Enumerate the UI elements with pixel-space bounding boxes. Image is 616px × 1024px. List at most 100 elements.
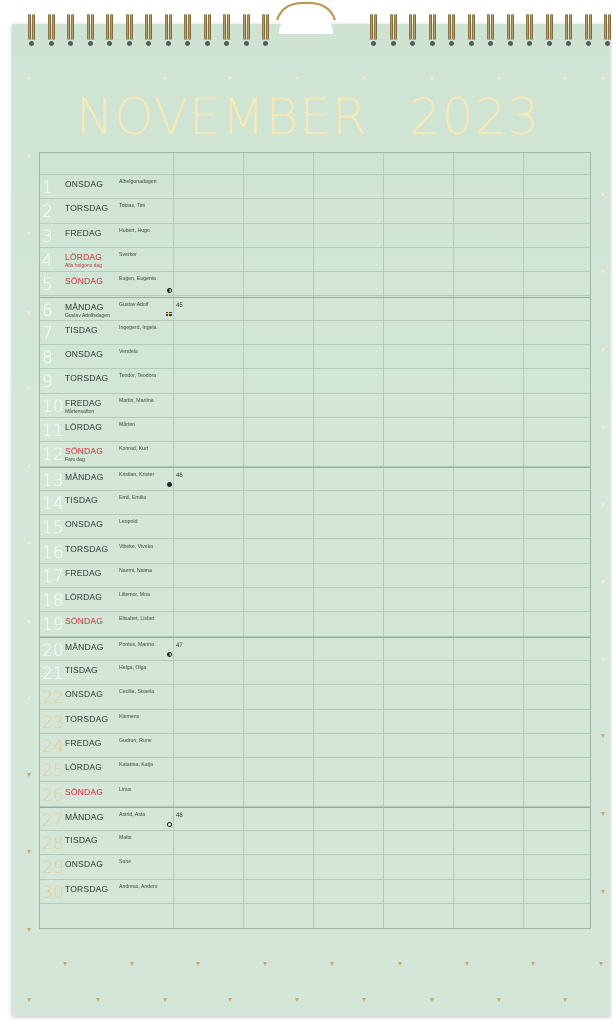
binding-hole [126, 41, 132, 46]
binding-hole [468, 41, 474, 46]
binding-ring [393, 14, 397, 40]
day-number: 1 [42, 178, 53, 198]
triangle-ornament-icon [563, 77, 567, 81]
triangle-ornament-icon [599, 962, 603, 966]
day-row[interactable]: 18 LÖRDAG Lillemor, Moa [40, 588, 590, 613]
triangle-ornament-icon [330, 962, 334, 966]
name-day-names: Konrad, Kurt [119, 446, 149, 453]
day-row[interactable]: 13 MÅNDAG Kristian, Krister 46 [40, 466, 590, 491]
day-row[interactable]: 6 MÅNDAG Gustav Adolf Gustav Adolfsdagen 45 [40, 296, 590, 321]
triangle-ornament-icon [263, 962, 267, 966]
triangle-ornament-icon [27, 998, 31, 1002]
day-row[interactable]: 11 LÖRDAG Mårten [40, 418, 590, 443]
day-number: 14 [42, 493, 64, 514]
day-row[interactable]: 28 TISDAG Malte [40, 831, 590, 856]
week-number: 46 [176, 472, 183, 479]
binding-hole [107, 41, 112, 46]
day-row[interactable]: 29 ONSDAG Sune [40, 855, 590, 880]
binding-ring [246, 14, 250, 40]
name-day-names: Klemens [119, 713, 140, 720]
day-number: 9 [42, 372, 53, 393]
day-row[interactable]: 21 TISDAG Helga, Olga [40, 661, 590, 686]
binding-ring [67, 14, 70, 40]
binding-ring [584, 14, 588, 40]
binding-ring [164, 14, 168, 40]
binding-ring [487, 14, 490, 40]
day-name: MÅNDAG [65, 811, 104, 822]
day-row[interactable]: 7 TISDAG Ingegerd, Ingela [40, 321, 590, 346]
day-row[interactable]: 27 MÅNDAG Astrid, Asta 48 [40, 806, 590, 832]
name-day-names: Helga, Olga [119, 665, 147, 671]
binding-hole [585, 41, 591, 46]
day-row[interactable]: 26 SÖNDAG Linus [40, 783, 590, 807]
day-row[interactable]: 16 TORSDAG Vibeke, Viveka [40, 540, 590, 564]
day-row[interactable]: 10 FREDAG Martin, Martina Mårtensafton [40, 394, 590, 418]
triangle-ornament-icon [27, 620, 31, 624]
triangle-ornament-icon [27, 697, 31, 701]
binding-ring [448, 14, 451, 40]
day-row[interactable]: 9 TORSDAG Teodor, Teodora [40, 369, 590, 394]
binding-ring [168, 14, 172, 40]
day-name: FREDAG [65, 737, 102, 748]
binding-hole [527, 41, 532, 46]
day-row[interactable]: 4 LÖRDAG Sverker Alla helgons dag [40, 248, 590, 273]
triangle-ornament-icon [601, 580, 605, 584]
day-row[interactable]: 15 ONSDAG Leopold [40, 515, 590, 540]
binding-ring [188, 14, 191, 40]
binding-ring [227, 14, 230, 40]
binding-hole [507, 41, 513, 46]
name-day-names: Gustav Adolf [119, 301, 149, 308]
name-day-names: Emil, Emilia [119, 494, 147, 501]
day-name: LÖRDAG [65, 762, 103, 773]
day-number: 19 [42, 615, 64, 636]
binding-ring [565, 14, 568, 40]
triangle-ornament-icon [130, 962, 134, 966]
day-number: 15 [42, 518, 64, 539]
day-name: TORSDAG [65, 713, 109, 724]
day-number: 6 [42, 300, 53, 321]
binding-hole [371, 41, 376, 46]
day-number: 29 [42, 858, 64, 879]
binding-ring [452, 14, 455, 40]
week-number: 47 [176, 642, 183, 649]
name-day-names: Ingegerd, Ingela [119, 324, 157, 331]
day-row[interactable]: 12 SÖNDAG Konrad, Kurt Fars dag [40, 442, 590, 467]
binding-ring [413, 14, 416, 40]
day-row[interactable]: 25 LÖRDAG Katarina, Katja [40, 758, 590, 783]
binding-hole [546, 41, 552, 46]
triangle-ornament-icon [531, 962, 535, 966]
day-row[interactable]: 8 ONSDAG Vendela [40, 345, 590, 370]
binding-hole [429, 41, 435, 46]
last-quarter-moon-icon [167, 288, 172, 294]
day-row[interactable]: 14 TISDAG Emil, Emilia [40, 491, 590, 516]
binding-ring [149, 14, 152, 40]
day-row[interactable]: 19 SÖNDAG Elisabet, Lisbet [40, 612, 590, 637]
day-number: 11 [42, 421, 64, 441]
day-row[interactable]: 22 ONSDAG Cecilia, Sissela [40, 685, 590, 710]
day-row[interactable]: 23 TORSDAG Klemens [40, 710, 590, 734]
triangle-ornament-icon [295, 77, 299, 81]
day-row[interactable]: 20 MÅNDAG Pontus, Marina 47 [40, 636, 590, 661]
triangle-ornament-icon [27, 928, 31, 932]
binding-ring [110, 14, 113, 40]
triangle-ornament-icon [27, 77, 31, 81]
day-number: 22 [42, 688, 64, 709]
day-row[interactable]: 5 SÖNDAG Eugen, Eugenia [40, 272, 590, 297]
name-day-names: Eugen, Eugenia [119, 276, 156, 283]
day-row[interactable]: 2 TORSDAG Tobias, Tim [40, 199, 590, 224]
binding-ring [145, 14, 148, 40]
binding-ring [374, 14, 377, 40]
binding-ring [545, 14, 549, 40]
triangle-ornament-icon [228, 77, 232, 81]
day-row[interactable]: 3 FREDAG Hubert, Hugo [40, 224, 590, 248]
day-row[interactable]: 24 FREDAG Gudrun, Rune [40, 734, 590, 759]
binding-hole [488, 41, 493, 46]
day-row[interactable]: 17 FREDAG Naemi, Naima [40, 564, 590, 589]
binding-ring [549, 14, 553, 40]
binding-ring [86, 14, 90, 40]
day-number: 10 [42, 396, 64, 417]
day-row[interactable]: 1 ONSDAG Alhelgonadagen [40, 175, 590, 200]
name-day-names: Malte [119, 835, 132, 842]
day-row[interactable]: 30 TORSDAG Andreas, Anders [40, 880, 590, 904]
binding-hole [566, 41, 571, 46]
